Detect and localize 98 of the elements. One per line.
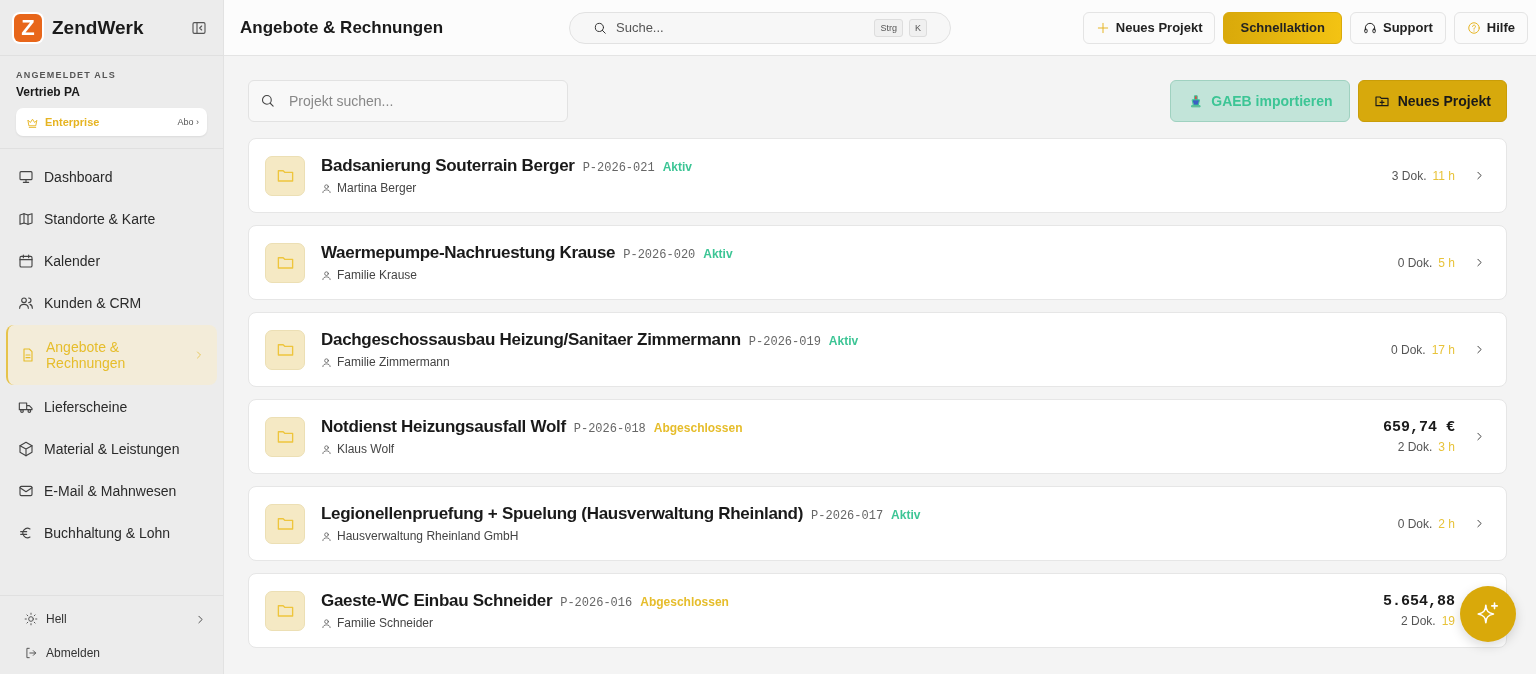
plan-name: Enterprise — [45, 116, 101, 128]
person-icon — [321, 182, 332, 194]
person-icon — [321, 443, 332, 455]
hours: 2 h — [1438, 516, 1455, 531]
document-icon — [20, 347, 36, 363]
plan-card[interactable]: Enterprise Abo › — [16, 108, 207, 136]
document-count: 0 Dok. — [1397, 516, 1433, 531]
project-card[interactable]: Dachgeschossausbau Heizung/Sanitaer Zimmermann P-2026-019 Aktiv Familie Zimmermann 0 Dok. 17 h — [248, 312, 1507, 387]
project-code: P-2026-016 — [560, 596, 633, 610]
folder-icon — [265, 590, 305, 631]
logout-button[interactable]: Abmelden — [24, 646, 207, 660]
project-title: Gaeste-WC Einbau Schneider — [321, 591, 553, 611]
monitor-icon — [18, 169, 34, 185]
app-name: ZendWerk — [52, 16, 145, 39]
project-code: P-2026-017 — [811, 509, 884, 523]
project-card[interactable]: Badsanierung Souterrain Berger P-2026-021 Aktiv Martina Berger 3 Dok. 11 h — [248, 138, 1507, 213]
sun-icon — [24, 612, 38, 626]
new-project-button[interactable]: Neues Projekt — [1082, 11, 1216, 44]
hours: 11 h — [1432, 168, 1455, 183]
nav-item[interactable]: E-Mail & Mahnwesen — [6, 471, 217, 511]
document-count: 0 Dok. — [1397, 255, 1433, 270]
folder-icon — [265, 242, 305, 283]
folder-plus-icon — [1373, 93, 1390, 109]
box-icon — [18, 441, 34, 457]
status-label: Abgeschlossen — [653, 421, 743, 435]
nav-item[interactable]: Kunden & CRM — [6, 283, 217, 323]
help-icon — [1466, 20, 1481, 35]
hours: 19 — [1441, 614, 1455, 628]
project-card[interactable]: Gaeste-WC Einbau Schneider P-2026-016 Abgeschlossen Familie Schneider 5.654,88 2 Dok. 19 — [248, 573, 1507, 648]
project-title: Waermepumpe-Nachruestung Krause — [321, 243, 616, 263]
map-icon — [18, 211, 34, 227]
person-icon — [321, 356, 332, 368]
hours: 3 h — [1438, 440, 1455, 454]
calendar-icon — [18, 253, 34, 269]
project-title: Notdienst Heizungsausfall Wolf — [321, 417, 566, 437]
project-title: Dachgeschossausbau Heizung/Sanitaer Zimmermann — [321, 330, 741, 350]
help-button[interactable]: Hilfe — [1453, 11, 1528, 44]
mail-icon — [18, 483, 34, 499]
project-title: Badsanierung Souterrain Berger — [321, 156, 575, 176]
client-name: Martina Berger — [337, 181, 417, 195]
folder-icon — [265, 416, 305, 457]
search-icon — [260, 93, 275, 108]
status-label: Aktiv — [828, 334, 859, 348]
nav-item[interactable]: Kalender — [6, 241, 217, 281]
client-name: Hausverwaltung Rheinland GmbH — [337, 529, 519, 543]
client-name: Klaus Wolf — [337, 442, 395, 456]
project-card[interactable]: Notdienst Heizungsausfall Wolf P-2026-018 Abgeschlossen Klaus Wolf 659,74 € 2 Dok. 3 h — [248, 399, 1507, 474]
headset-icon — [1363, 20, 1377, 35]
nav-item[interactable]: Material & Leistungen — [6, 429, 217, 469]
status-label: Aktiv — [703, 247, 733, 261]
project-code: P-2026-018 — [573, 422, 646, 436]
project-code: P-2026-021 — [582, 161, 655, 175]
users-icon — [18, 295, 34, 311]
logo: Z — [14, 13, 42, 42]
person-icon — [321, 617, 332, 629]
status-label: Aktiv — [662, 160, 692, 174]
client-name: Familie Zimmermann — [337, 355, 450, 369]
amount: 5.654,88 — [1383, 593, 1455, 610]
import-icon — [1189, 93, 1204, 109]
nav-item[interactable]: Lieferscheine — [6, 387, 217, 427]
truck-icon — [18, 399, 34, 415]
folder-icon — [265, 155, 305, 196]
document-count: 2 Dok. — [1400, 614, 1436, 628]
project-code: P-2026-019 — [748, 335, 821, 349]
sidebar-toggle-icon[interactable] — [191, 19, 207, 36]
project-code: P-2026-020 — [623, 248, 696, 262]
document-count: 2 Dok. — [1397, 440, 1433, 454]
theme-toggle[interactable]: Hell — [24, 612, 207, 626]
logout-icon — [24, 646, 38, 660]
search-icon — [593, 20, 607, 35]
plus-icon — [1095, 20, 1110, 35]
status-label: Aktiv — [891, 508, 921, 522]
nav-item[interactable]: Dashboard — [6, 157, 217, 197]
folder-icon — [265, 329, 305, 370]
amount: 659,74 € — [1383, 419, 1455, 436]
support-button[interactable]: Support — [1350, 11, 1446, 44]
project-card[interactable]: Legionellenpruefung + Spuelung (Hausverwaltung Rheinland) P-2026-017 Aktiv Hausverwaltung Rheinland GmbH 0 Dok. 2 h — [248, 486, 1507, 561]
project-card[interactable]: Waermepumpe-Nachruestung Krause P-2026-020 Aktiv Familie Krause 0 Dok. 5 h — [248, 225, 1507, 300]
client-name: Familie Krause — [337, 268, 418, 282]
person-icon — [321, 530, 332, 542]
quick-action-button[interactable]: Schnellaktion — [1223, 11, 1342, 44]
new-project-button[interactable]: Neues Projekt — [1357, 80, 1507, 122]
user-name: Vertrieb PA — [16, 85, 81, 99]
hours: 5 h — [1438, 255, 1455, 270]
subscription-link[interactable]: Abo › — [177, 117, 199, 127]
document-count: 0 Dok. — [1390, 342, 1426, 357]
page-title: Angebote & Rechnungen — [240, 17, 445, 38]
project-search-field[interactable]: Projekt suchen... — [248, 80, 568, 122]
document-count: 3 Dok. — [1391, 168, 1427, 183]
project-title: Legionellenpruefung + Spuelung (Hausverwaltung Rheinland) — [321, 504, 804, 524]
hours: 17 h — [1431, 342, 1455, 357]
nav-item[interactable]: Standorte & Karte — [6, 199, 217, 239]
status-label: Abgeschlossen — [640, 595, 729, 609]
nav-item[interactable]: Buchhaltung & Lohn — [6, 513, 217, 553]
user-label: ANGEMELDET ALS — [16, 70, 117, 80]
folder-icon — [265, 503, 305, 544]
person-icon — [321, 269, 332, 281]
client-name: Familie Schneider — [337, 616, 434, 630]
